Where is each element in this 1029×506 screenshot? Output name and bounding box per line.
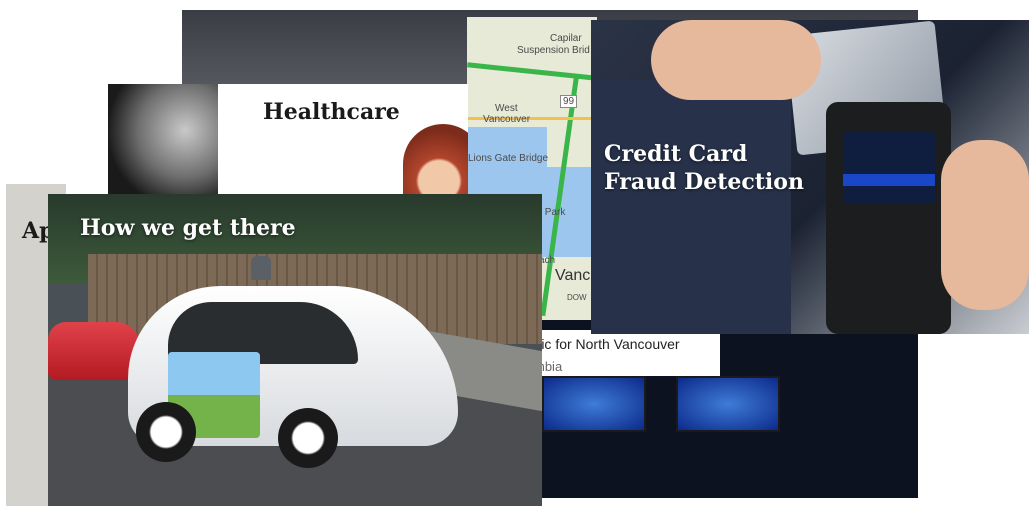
map-label: Capilar — [550, 33, 582, 44]
map-label: Lions Gate Bridge — [468, 153, 549, 164]
hand-image — [941, 140, 1029, 310]
car-sensor-image — [251, 256, 271, 280]
healthcare-card[interactable]: Healthcare — [108, 84, 468, 200]
payment-terminal-image — [826, 102, 951, 334]
suit-image — [591, 80, 791, 334]
woman-image — [403, 124, 468, 200]
car-wheel — [278, 408, 338, 468]
map-label: Vancouver — [483, 114, 531, 125]
map-label: Vanc — [555, 267, 591, 284]
map-footer-title: affic for North Vancouver — [526, 336, 680, 352]
red-car-image — [48, 322, 140, 380]
robot-image — [108, 84, 218, 200]
map-label: DOW — [567, 293, 587, 302]
healthcare-title: Healthcare — [263, 99, 400, 125]
highway-shield: 99 — [560, 95, 578, 108]
map-label: West — [495, 103, 518, 114]
server-screen — [676, 376, 780, 432]
terminal-screen — [843, 132, 935, 204]
self-driving-car-card[interactable]: How we get there — [48, 194, 542, 506]
credit-card-fraud-card[interactable]: Credit Card Fraud Detection — [591, 20, 1029, 334]
server-screen — [542, 376, 646, 432]
credit-card-title: Credit Card Fraud Detection — [604, 141, 804, 195]
map-footer: affic for North Vancouver mbia — [526, 330, 720, 376]
hand-image — [651, 20, 821, 100]
map-label: Suspension Brid — [517, 45, 590, 56]
car-title: How we get there — [80, 215, 296, 241]
car-wheel — [136, 402, 196, 462]
